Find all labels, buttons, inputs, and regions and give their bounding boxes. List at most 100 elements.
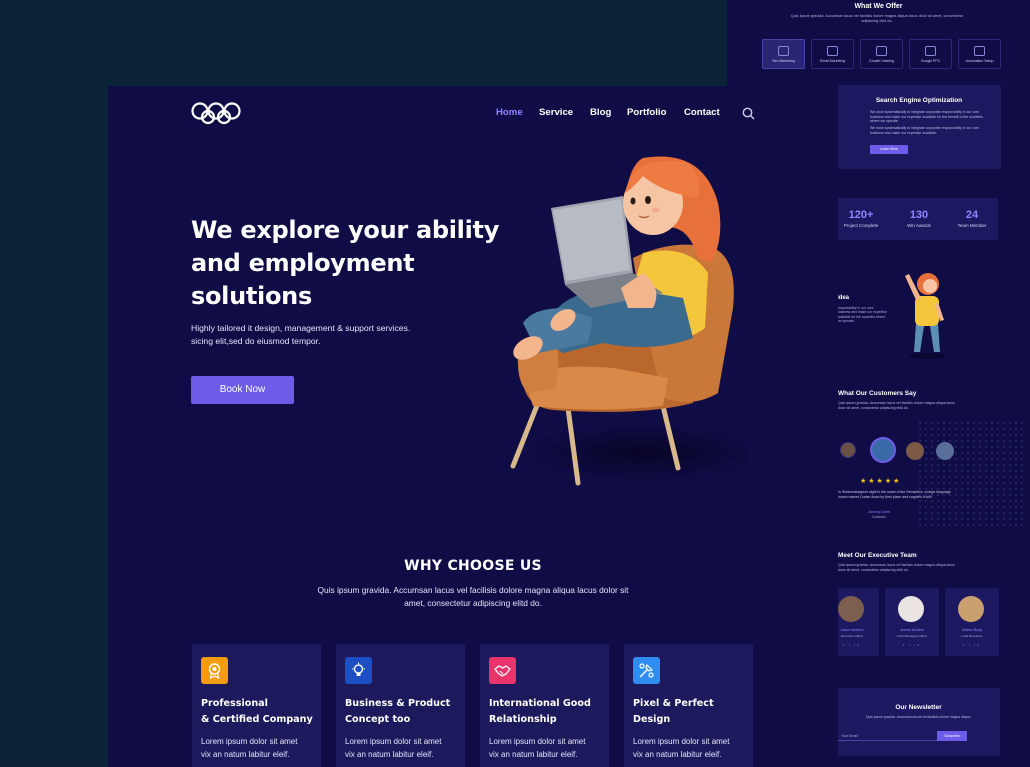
team-name: Jennie Anders [899, 628, 925, 632]
subscribe-button[interactable]: Subscribe [937, 731, 967, 741]
hero-headline: We explore your ability and employment s… [191, 214, 511, 313]
card-title-line: Pixel & Perfect [633, 698, 714, 709]
team-role: Lead Developer [961, 634, 983, 638]
newsletter-desc: Quis ipsum gravida. Accumsan lacus vel f… [865, 715, 972, 719]
team-photo [958, 596, 984, 622]
tab-google-ppc[interactable]: Google PPC [909, 39, 952, 69]
stat-awards: 130 Win Awards [889, 209, 949, 228]
waving-girl-illustration [905, 273, 945, 359]
customer-role: Customer [872, 515, 886, 519]
chart-icon [778, 45, 789, 56]
rings-logo[interactable] [191, 101, 241, 125]
card-desc-line: vix an natum labitur eleif. [345, 750, 434, 759]
card-title: Business & Product Concept too [345, 696, 463, 728]
design-icon [633, 657, 660, 684]
team-role: Chief Managing Officer [896, 634, 928, 638]
feature-card: Professional & Certified Company Lorem i… [192, 644, 321, 767]
card-title: International Good Relationship [489, 696, 607, 728]
tab-label: Automation Setup [965, 58, 994, 63]
offer-title: What We Offer [854, 3, 903, 10]
card-title: Professional & Certified Company [201, 696, 319, 728]
card-desc: Lorem ipsum dolor sit amet vix an natum … [201, 735, 319, 761]
team-name: Alaina Bcay [961, 628, 983, 632]
card-title-line: Business & Product [345, 698, 451, 709]
team-photo [898, 596, 924, 622]
briefcase-icon [876, 45, 887, 56]
newsletter-title: Our Newsletter [895, 704, 942, 711]
card-desc-line: vix an natum labitur eleif. [489, 750, 578, 759]
rating-stars: ★★★★★ [860, 478, 902, 485]
seo-paragraph: We work systematically to integrate corp… [870, 126, 980, 135]
tab-label: Growth Hacking [869, 58, 894, 63]
tab-label: Google PPC [920, 58, 941, 63]
nav-portfolio[interactable]: Portfolio [627, 107, 666, 118]
nav-blog[interactable]: Blog [590, 107, 611, 118]
tab-label: Email Marketing [819, 58, 846, 63]
idea-title: Idea [837, 295, 850, 301]
hero-subtext: Highly tailored it design, management & … [191, 322, 451, 348]
stat-team: 24 Team Member [942, 209, 1002, 228]
card-title-line: Professional [201, 698, 268, 709]
headline-line: We explore your ability [191, 216, 500, 244]
book-now-button[interactable]: Book Now [191, 376, 294, 404]
offer-desc: Quis ipsum gravida. Accumsan lacus vel f… [790, 14, 964, 23]
customer-avatars [840, 437, 960, 465]
team-title: Meet Our Executive Team [838, 552, 917, 559]
avatar[interactable] [936, 442, 954, 460]
email-icon [827, 45, 838, 56]
newsletter-email-input[interactable]: Your Email [837, 731, 937, 741]
customers-desc: Quis ipsum gravida. Accumsan lacus vel f… [838, 401, 955, 410]
tab-email-marketing[interactable]: Email Marketing [811, 39, 854, 69]
card-desc-line: Lorem ipsum dolor sit amet [201, 737, 298, 746]
card-title-line: Concept too [345, 714, 411, 725]
card-desc-line: vix an natum labitur eleif. [633, 750, 722, 759]
avatar[interactable] [906, 442, 924, 460]
avatar[interactable] [840, 442, 856, 458]
search-icon[interactable] [742, 107, 755, 120]
front-page: Home Service Blog Portfolio Contact We e… [108, 86, 838, 767]
team-photo [838, 596, 864, 622]
feature-card: International Good Relationship Lorem ip… [480, 644, 609, 767]
stat-label: Win Awards [907, 223, 931, 228]
why-desc-line: amet, consectetur adipiscing elitd do. [404, 598, 542, 608]
seo-panel: Search Engine Optimization We work syste… [837, 85, 1001, 169]
headline-line: and employment [191, 249, 415, 277]
why-choose-desc: Quis ipsum gravida. Accumsan lacus vel f… [308, 584, 638, 610]
stat-label: Team Member [957, 223, 987, 228]
customers-title: What Our Customers Say [838, 390, 917, 397]
seo-paragraph: We work systematically to integrate corp… [870, 110, 983, 124]
bulb-icon [345, 657, 372, 684]
card-desc-line: Lorem ipsum dolor sit amet [345, 737, 442, 746]
card-desc: Lorem ipsum dolor sit amet vix an natum … [633, 735, 751, 761]
team-card: Jennie Anders Chief Managing Officer f t… [885, 588, 939, 656]
why-choose-title: WHY CHOOSE US [404, 558, 542, 574]
card-title-line: International Good [489, 698, 591, 709]
social-icons[interactable]: f t in [945, 643, 999, 647]
headline-line: solutions [191, 282, 312, 310]
handshake-icon [489, 657, 516, 684]
stat-projects: 120+ Project Complete [831, 209, 891, 228]
card-title-line: Design [633, 714, 671, 725]
avatar-active[interactable] [870, 437, 896, 463]
subtext-line: Highly tailored it design, management & … [191, 323, 411, 333]
card-title: Pixel & Perfect Design [633, 696, 751, 728]
nav-home[interactable]: Home [496, 107, 523, 118]
testimonial-quote: In Stoikomahagevir alght in the onset of… [838, 490, 951, 499]
team-card: Alaina Bcay Lead Developer f t in [945, 588, 999, 656]
tab-seo-marketing[interactable]: Seo Marketing [762, 39, 805, 69]
card-desc-line: Lorem ipsum dolor sit amet [489, 737, 586, 746]
tab-growth-hacking[interactable]: Growth Hacking [860, 39, 903, 69]
certificate-icon [201, 657, 228, 684]
nav-contact[interactable]: Contact [684, 107, 720, 118]
stat-label: Project Complete [843, 223, 879, 228]
tab-automation-setup[interactable]: Automation Setup [958, 39, 1001, 69]
learn-more-button[interactable]: Learn More [870, 145, 908, 154]
click-icon [925, 45, 936, 56]
seo-title: Search Engine Optimization [875, 97, 963, 104]
hero-girl-chair-illustration [510, 156, 748, 486]
offer-tabs: Seo Marketing Email Marketing Growth Hac… [762, 39, 1001, 69]
team-desc: Quis ipsum gravida. Accumsan lacus vel f… [838, 563, 955, 572]
social-icons[interactable]: f t in [885, 643, 939, 647]
card-desc: Lorem ipsum dolor sit amet vix an natum … [489, 735, 607, 761]
nav-service[interactable]: Service [539, 107, 573, 118]
